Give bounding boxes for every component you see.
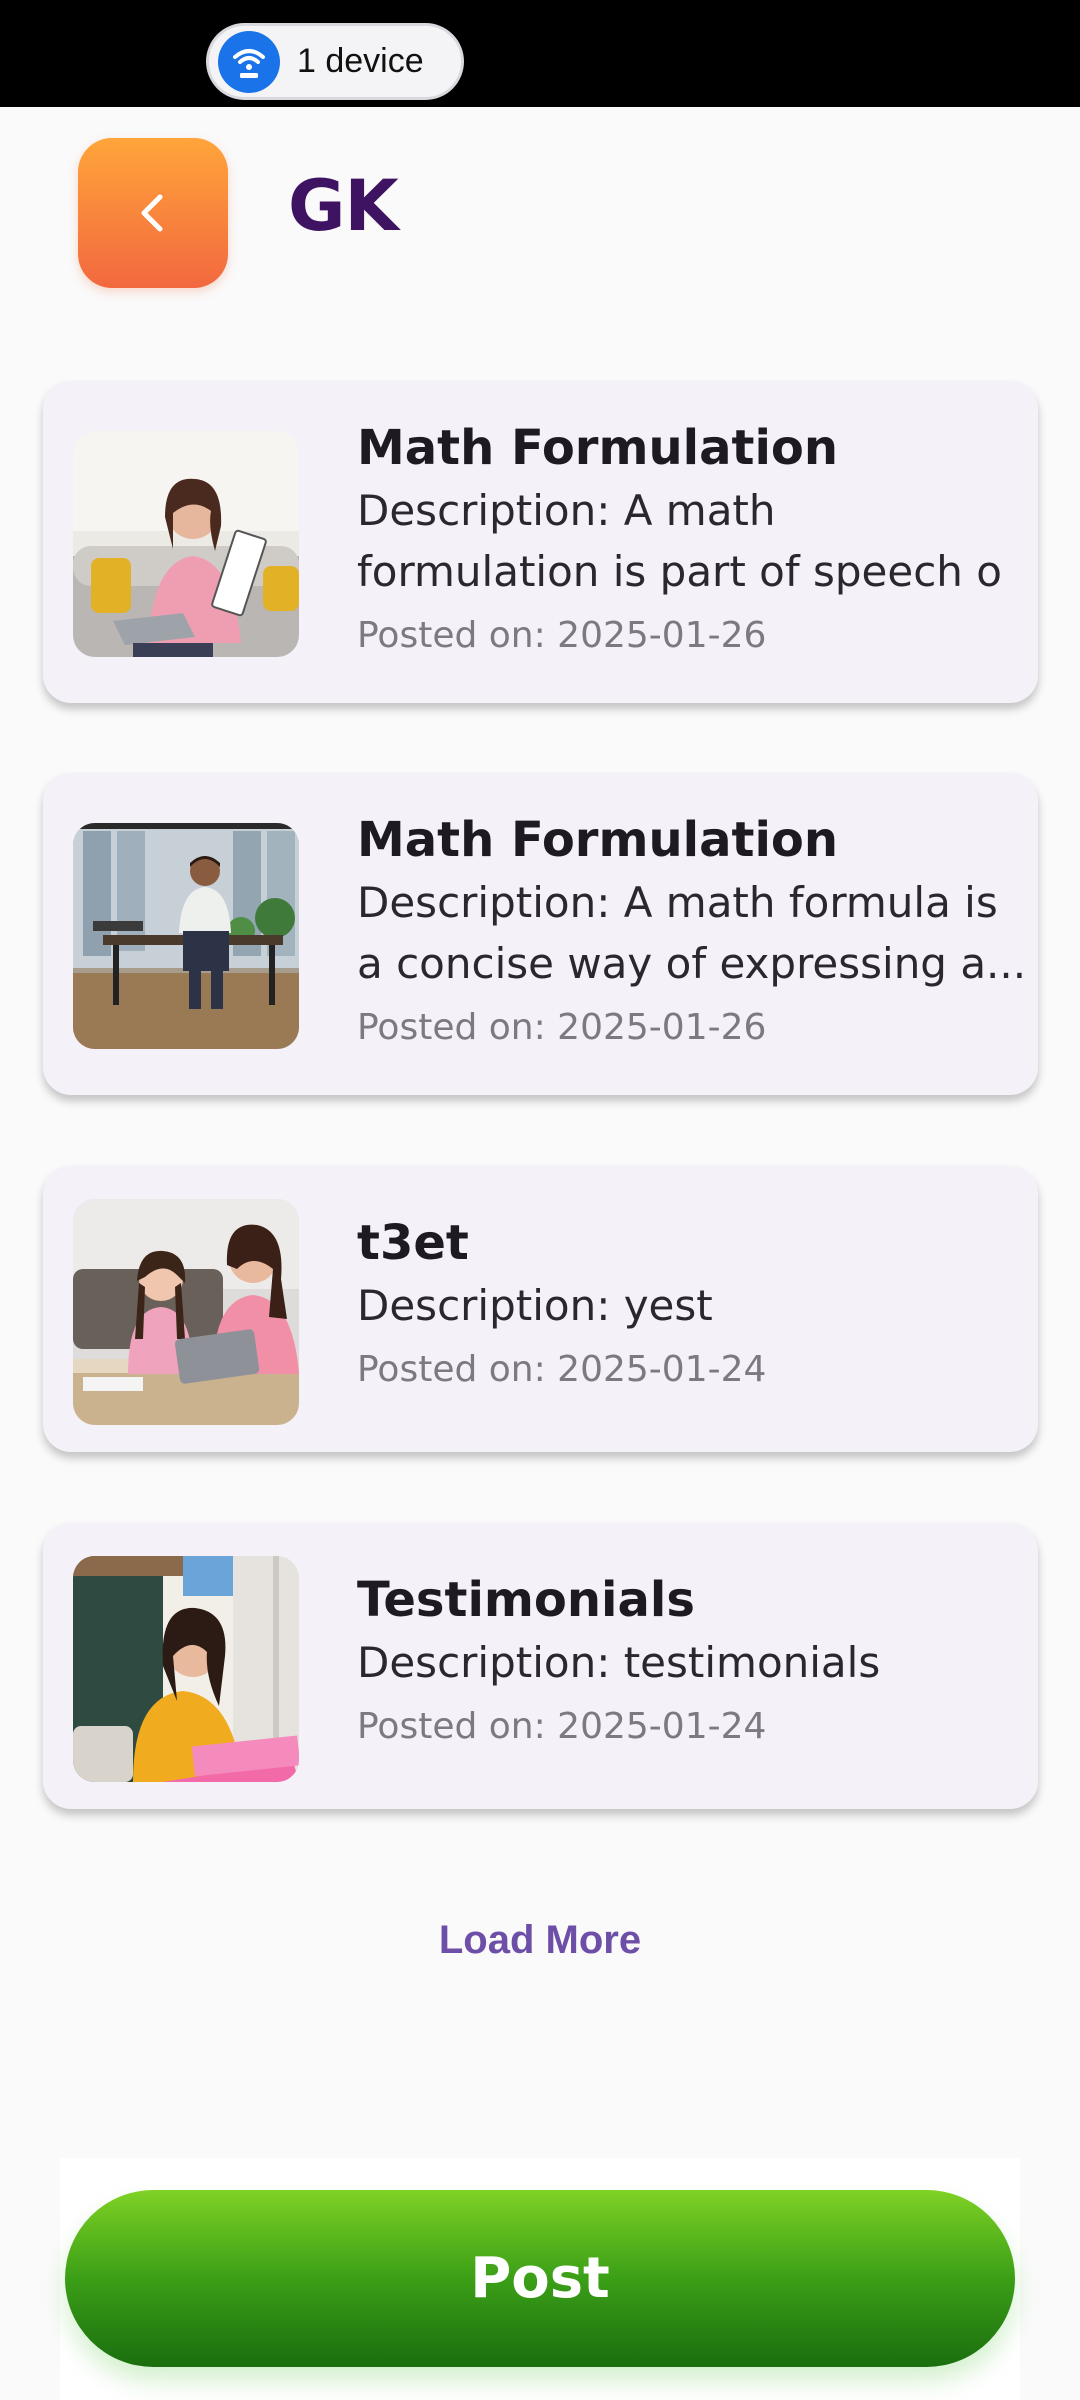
post-title: t3et — [357, 1215, 469, 1271]
chevron-left-icon — [141, 194, 163, 232]
post-title: Math Formulation — [357, 420, 839, 476]
post-thumbnail — [73, 1556, 299, 1782]
post-date: Posted on: 2025-01-24 — [357, 1349, 767, 1390]
back-button[interactable] — [78, 138, 228, 288]
status-bar: 1 device — [0, 0, 1080, 107]
post-title: Testimonials — [357, 1572, 695, 1628]
post-date: Posted on: 2025-01-26 — [357, 615, 767, 656]
load-more-button[interactable]: Load More — [0, 1918, 1080, 1963]
wifi-icon — [218, 30, 280, 93]
post-description: Description: A math formula is a concise… — [357, 878, 1027, 988]
post-card[interactable]: Math Formulation Description: A math for… — [43, 381, 1038, 703]
post-thumbnail — [73, 1199, 299, 1425]
connected-devices-pill[interactable]: 1 device — [206, 23, 464, 100]
post-card[interactable]: Math Formulation Description: A math for… — [43, 773, 1038, 1095]
post-button-label: Post — [470, 2246, 610, 2311]
post-description: Description: A math formulation is part … — [357, 486, 1002, 596]
post-thumbnail — [73, 823, 299, 1049]
post-card[interactable]: t3et Description: yest Posted on: 2025-0… — [43, 1166, 1038, 1452]
page-title: GK — [288, 165, 399, 247]
post-date: Posted on: 2025-01-26 — [357, 1007, 767, 1048]
post-description: Description: yest — [357, 1281, 713, 1330]
post-date: Posted on: 2025-01-24 — [357, 1706, 767, 1747]
post-title: Math Formulation — [357, 812, 839, 868]
post-card[interactable]: Testimonials Description: testimonials P… — [43, 1523, 1038, 1809]
post-button[interactable]: Post — [65, 2190, 1015, 2367]
post-description: Description: testimonials — [357, 1638, 881, 1687]
devices-label: 1 device — [297, 42, 424, 80]
post-thumbnail — [73, 431, 299, 657]
